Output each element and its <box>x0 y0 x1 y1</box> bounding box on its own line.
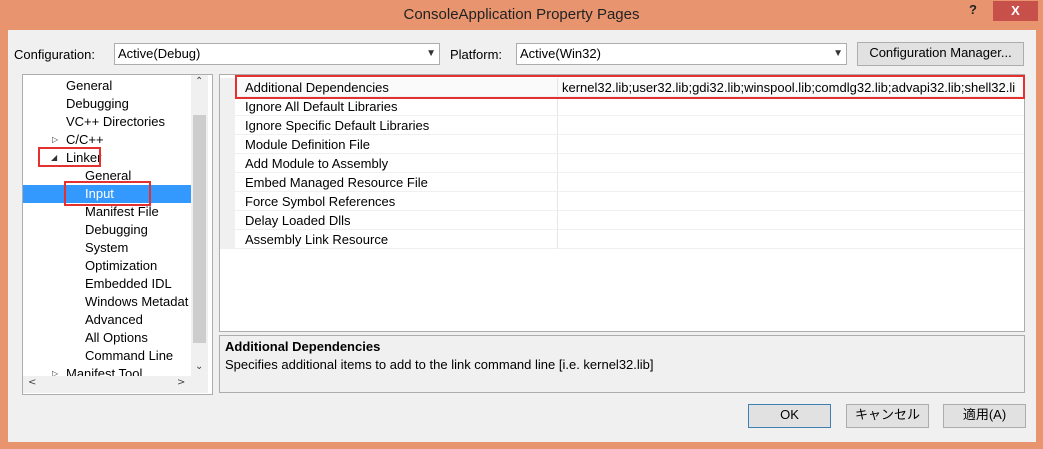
property-value[interactable] <box>558 97 1024 116</box>
grid-row[interactable]: Embed Managed Resource File <box>220 173 1024 192</box>
row-gutter <box>220 192 235 211</box>
expand-arrow-icon[interactable]: ▷ <box>52 365 58 376</box>
platform-label: Platform: <box>450 47 503 62</box>
platform-select[interactable]: Active(Win32) ▼ <box>516 43 847 65</box>
close-icon: X <box>1011 3 1020 18</box>
tree-item-debugging[interactable]: Debugging <box>23 95 191 113</box>
chevron-down-icon: ▼ <box>426 48 436 59</box>
tree-item-vc-directories[interactable]: VC++ Directories <box>23 113 191 131</box>
tree-item-command-line[interactable]: Command Line <box>23 347 191 365</box>
property-name[interactable]: Force Symbol References <box>235 192 558 211</box>
tree-item-linker-debugging[interactable]: Debugging <box>23 221 191 239</box>
tree-item-system[interactable]: System <box>23 239 191 257</box>
property-value[interactable] <box>558 135 1024 154</box>
window-title: ConsoleApplication Property Pages <box>403 6 640 23</box>
close-button[interactable]: X <box>993 1 1038 21</box>
property-value[interactable] <box>558 173 1024 192</box>
property-pages-window: ConsoleApplication Property Pages ? X Co… <box>0 0 1043 449</box>
description-panel: Additional Dependencies Specifies additi… <box>219 335 1025 393</box>
tree-item-embedded-idl[interactable]: Embedded IDL <box>23 275 191 293</box>
description-text: Specifies additional items to add to the… <box>225 357 654 372</box>
tree-vertical-scrollbar[interactable]: ⌃ ⌄ <box>191 75 208 376</box>
tree-item-label: Manifest Tool <box>66 366 143 376</box>
row-gutter <box>220 173 235 192</box>
property-name[interactable]: Delay Loaded Dlls <box>235 211 558 230</box>
ok-button[interactable]: OK <box>748 404 831 428</box>
configuration-value: Active(Debug) <box>118 46 201 61</box>
grid-row[interactable]: Add Module to Assembly <box>220 154 1024 173</box>
property-grid[interactable]: Additional Dependencies kernel32.lib;use… <box>219 74 1025 332</box>
property-name[interactable]: Ignore Specific Default Libraries <box>235 116 558 135</box>
row-gutter <box>220 135 235 154</box>
title-bar[interactable]: ConsoleApplication Property Pages ? X <box>0 0 1043 30</box>
configuration-manager-button[interactable]: Configuration Manager... <box>857 42 1024 66</box>
row-gutter <box>220 97 235 116</box>
apply-button[interactable]: 適用(A) <box>943 404 1026 428</box>
row-gutter <box>220 230 235 249</box>
highlight-input <box>64 181 151 206</box>
grid-row[interactable]: Force Symbol References <box>220 192 1024 211</box>
grid-row[interactable]: Assembly Link Resource <box>220 230 1024 249</box>
tree-item-all-options[interactable]: All Options <box>23 329 191 347</box>
grid-row[interactable]: Ignore Specific Default Libraries <box>220 116 1024 135</box>
tree-item-windows-metadata[interactable]: Windows Metadat <box>23 293 191 311</box>
property-value[interactable] <box>558 230 1024 249</box>
row-gutter <box>220 154 235 173</box>
help-button[interactable]: ? <box>960 2 986 22</box>
grid-row[interactable]: Delay Loaded Dlls <box>220 211 1024 230</box>
property-name[interactable]: Ignore All Default Libraries <box>235 97 558 116</box>
configuration-label: Configuration: <box>14 47 95 62</box>
property-value[interactable] <box>558 154 1024 173</box>
dialog-client-area: Configuration: Active(Debug) ▼ Platform:… <box>8 30 1036 442</box>
tree-item-label: C/C++ <box>66 132 104 147</box>
tree-item-advanced[interactable]: Advanced <box>23 311 191 329</box>
row-gutter <box>220 211 235 230</box>
scroll-left-icon[interactable]: < <box>28 377 36 388</box>
tree-horizontal-scrollbar[interactable]: < > <box>23 376 191 393</box>
property-value[interactable] <box>558 192 1024 211</box>
property-tree[interactable]: General Debugging VC++ Directories ▷ C/C… <box>22 74 213 395</box>
scroll-thumb[interactable] <box>193 115 206 343</box>
property-name[interactable]: Assembly Link Resource <box>235 230 558 249</box>
tree-item-manifest-tool[interactable]: ▷ Manifest Tool <box>23 365 191 376</box>
highlight-additional-dependencies <box>235 75 1025 99</box>
property-value[interactable] <box>558 116 1024 135</box>
row-gutter <box>220 78 235 97</box>
highlight-linker <box>38 147 101 167</box>
configuration-select[interactable]: Active(Debug) ▼ <box>114 43 440 65</box>
row-gutter <box>220 116 235 135</box>
scrollbar-corner <box>191 376 208 393</box>
property-name[interactable]: Add Module to Assembly <box>235 154 558 173</box>
scroll-up-icon[interactable]: ⌃ <box>195 76 203 87</box>
tree-item-general[interactable]: General <box>23 77 191 95</box>
cancel-button[interactable]: キャンセル <box>846 404 929 428</box>
property-value[interactable] <box>558 211 1024 230</box>
grid-row[interactable]: Module Definition File <box>220 135 1024 154</box>
platform-value: Active(Win32) <box>520 46 601 61</box>
property-name[interactable]: Module Definition File <box>235 135 558 154</box>
description-title: Additional Dependencies <box>225 339 381 354</box>
scroll-right-icon[interactable]: > <box>177 377 185 388</box>
property-name[interactable]: Embed Managed Resource File <box>235 173 558 192</box>
grid-row[interactable]: Ignore All Default Libraries <box>220 97 1024 116</box>
tree-item-optimization[interactable]: Optimization <box>23 257 191 275</box>
chevron-down-icon: ▼ <box>833 48 843 59</box>
scroll-down-icon[interactable]: ⌄ <box>195 361 203 372</box>
